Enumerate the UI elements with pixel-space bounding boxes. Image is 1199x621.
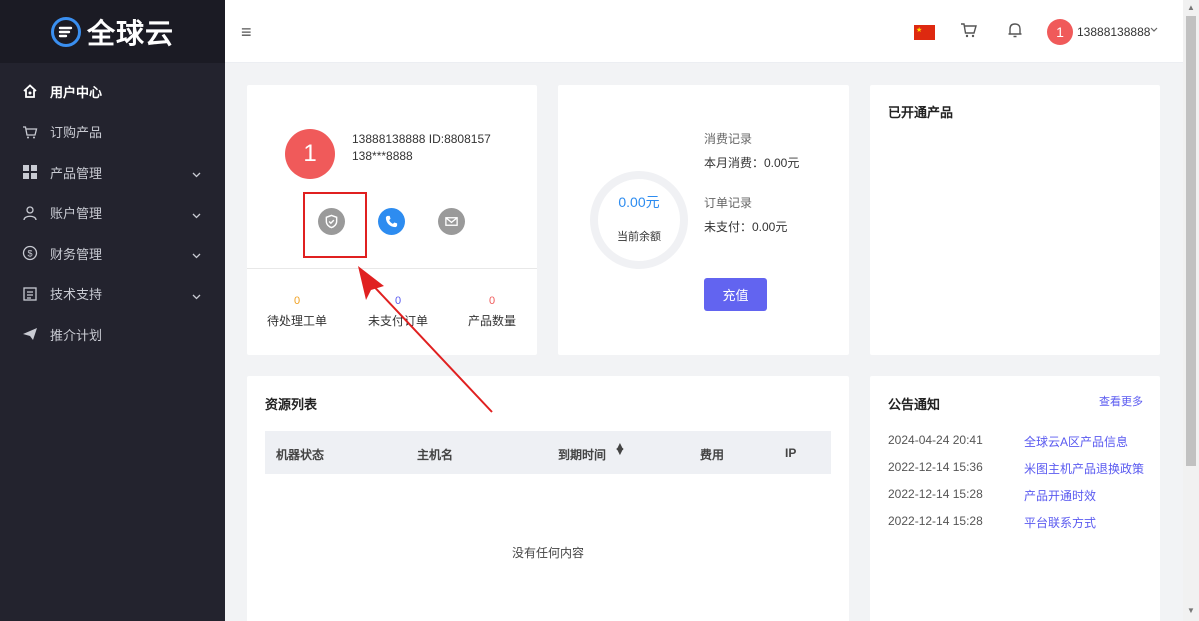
scrollbar-thumb[interactable] <box>1186 16 1196 466</box>
unpaid-amount: 未支付：0.00元 <box>704 220 788 234</box>
opened-products-card: 已开通产品 <box>870 85 1160 355</box>
profile-account-id: 13888138888 ID:8808157 <box>352 132 491 146</box>
profile-masked-phone: 138***8888 <box>352 149 413 163</box>
column-header: 主机名 <box>417 448 454 462</box>
annotation-highlight-box <box>303 192 367 258</box>
grid-icon <box>22 164 38 180</box>
sidebar-item-user-center[interactable]: 用户中心 <box>0 71 225 112</box>
sidebar-item-label: 用户中心 <box>50 84 103 100</box>
phone-icon[interactable] <box>378 208 405 235</box>
cart-icon[interactable] <box>960 21 978 42</box>
table-header: 机器状态 主机名 到期时间 ▲ ▼ 费用 IP <box>265 431 831 474</box>
scroll-up-icon[interactable]: ▲ <box>1187 3 1195 12</box>
view-more-link[interactable]: 查看更多 <box>1099 393 1143 409</box>
balance-ring <box>590 171 688 269</box>
list-item[interactable]: 2022-12-14 15:28 平台联系方式 <box>888 514 1148 531</box>
notice-title[interactable]: 平台联系方式 <box>1024 514 1096 531</box>
mail-icon[interactable] <box>438 208 465 235</box>
sidebar-menu: 用户中心 订购产品 产品管理 账户管理 $ 财务管理 技术支持 推介计划 <box>0 71 225 355</box>
monthly-consumption: 本月消费：0.00元 <box>704 156 800 170</box>
sidebar-item-finance-management[interactable]: $ 财务管理 <box>0 233 225 274</box>
send-icon <box>22 326 38 342</box>
notice-date: 2022-12-14 15:28 <box>888 487 983 501</box>
dollar-icon: $ <box>22 245 38 261</box>
cart-icon <box>22 124 38 140</box>
chevron-down-icon <box>192 207 201 222</box>
list-item[interactable]: 2024-04-24 20:41 全球云A区产品信息 <box>888 433 1148 450</box>
menu-toggle-icon[interactable]: ≡ <box>241 22 252 43</box>
logo-icon <box>50 16 81 47</box>
sidebar-item-label: 推介计划 <box>50 327 103 343</box>
chevron-down-icon <box>192 166 201 181</box>
scrollbar[interactable]: ▲ ▼ <box>1183 0 1199 621</box>
sidebar-item-tech-support[interactable]: 技术支持 <box>0 274 225 315</box>
stat-label: 未支付订单 <box>367 314 428 328</box>
stat-value: 0 <box>394 295 402 307</box>
announcements-card: 公告通知 查看更多 2024-04-24 20:41 全球云A区产品信息 202… <box>870 376 1160 621</box>
user-name[interactable]: 13888138888 <box>1077 25 1150 39</box>
list-item[interactable]: 2022-12-14 15:36 米图主机产品退换政策 <box>888 460 1148 477</box>
user-icon <box>22 205 38 221</box>
scroll-down-icon[interactable]: ▼ <box>1187 606 1195 615</box>
stat-value: 0 <box>293 295 301 307</box>
notice-date: 2024-04-24 20:41 <box>888 433 983 447</box>
logo-text: 全球云 <box>86 17 174 49</box>
list-item[interactable]: 2022-12-14 15:28 产品开通时效 <box>888 487 1148 504</box>
sidebar-item-product-management[interactable]: 产品管理 <box>0 152 225 193</box>
card-title: 资源列表 <box>265 397 318 412</box>
stat-product-count[interactable]: 0 产品数量 <box>447 295 537 329</box>
recharge-button[interactable]: 充值 <box>704 278 767 311</box>
stat-unpaid-orders[interactable]: 0 未支付订单 <box>353 295 443 329</box>
balance-amount: 0.00元 <box>618 194 660 210</box>
profile-avatar[interactable]: 1 <box>285 129 335 179</box>
notice-title[interactable]: 产品开通时效 <box>1024 487 1096 504</box>
svg-text:$: $ <box>27 249 32 259</box>
card-title: 公告通知 <box>888 397 941 412</box>
divider <box>247 268 537 269</box>
balance-label: 当前余额 <box>617 231 661 243</box>
brand-logo[interactable]: 全球云 <box>0 0 225 63</box>
sidebar-item-account-management[interactable]: 账户管理 <box>0 193 225 234</box>
consumption-record-link[interactable]: 消费记录 <box>704 130 752 147</box>
document-icon <box>22 286 38 302</box>
stat-pending-tickets[interactable]: 0 待处理工单 <box>252 295 342 329</box>
bell-icon[interactable] <box>1006 21 1024 42</box>
column-header: 费用 <box>700 448 725 462</box>
sidebar-item-referral-program[interactable]: 推介计划 <box>0 314 225 355</box>
column-header: 机器状态 <box>276 448 325 462</box>
sort-icon[interactable]: ▲ ▼ <box>614 440 626 457</box>
stat-value: 0 <box>488 295 496 307</box>
notice-date: 2022-12-14 15:28 <box>888 514 983 528</box>
balance-card: 0.00元 当前余额 消费记录 本月消费：0.00元 订单记录 未支付：0.00… <box>558 85 849 355</box>
column-header[interactable]: 到期时间 <box>558 446 606 463</box>
sidebar: 全球云 用户中心 订购产品 产品管理 账户管理 $ 财务管理 技术支持 推介计划 <box>0 0 225 621</box>
notice-date: 2022-12-14 15:36 <box>888 460 983 474</box>
user-avatar[interactable]: 1 <box>1047 19 1073 45</box>
chevron-down-icon <box>192 288 201 303</box>
stat-label: 产品数量 <box>467 314 516 328</box>
empty-state-text: 没有任何内容 <box>511 546 584 560</box>
notice-title[interactable]: 米图主机产品退换政策 <box>1024 460 1144 477</box>
sidebar-item-order-products[interactable]: 订购产品 <box>0 112 225 153</box>
column-header: IP <box>785 446 797 460</box>
chevron-down-icon[interactable] <box>1150 25 1158 36</box>
china-flag-icon[interactable] <box>914 25 935 40</box>
chevron-down-icon <box>192 247 201 262</box>
card-title: 已开通产品 <box>888 105 954 120</box>
sidebar-item-label: 财务管理 <box>50 246 103 262</box>
sidebar-item-label: 技术支持 <box>50 287 103 303</box>
sidebar-item-label: 产品管理 <box>50 165 103 181</box>
top-header: ≡ 1 13888138888 <box>225 0 1183 63</box>
resource-table: 机器状态 主机名 到期时间 ▲ ▼ 费用 IP 没有任何内容 <box>265 431 831 621</box>
sidebar-item-label: 账户管理 <box>50 206 103 222</box>
sidebar-item-label: 订购产品 <box>50 125 103 141</box>
order-record-link[interactable]: 订单记录 <box>704 194 752 211</box>
resource-list-card: 资源列表 机器状态 主机名 到期时间 ▲ ▼ 费用 IP 没有任何内容 <box>247 376 849 621</box>
notice-title[interactable]: 全球云A区产品信息 <box>1024 433 1128 450</box>
home-icon <box>22 83 38 99</box>
profile-card: 1 13888138888 ID:8808157 138***8888 0 待处… <box>247 85 537 355</box>
stat-label: 待处理工单 <box>266 314 327 328</box>
